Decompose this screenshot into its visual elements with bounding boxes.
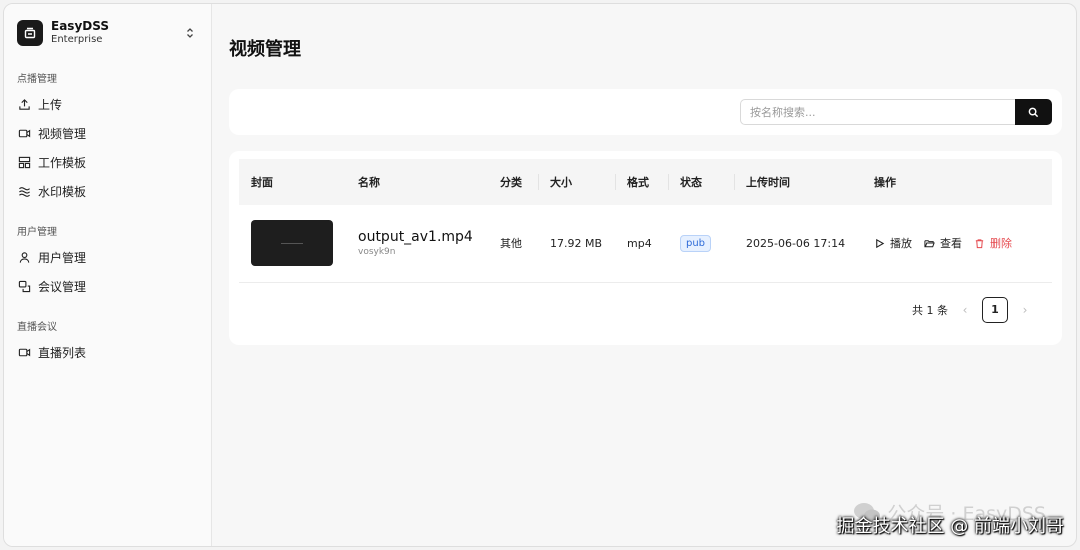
view-button[interactable]: 查看 [924, 235, 962, 251]
cell-actions: 播放 查看 删除 [862, 205, 1052, 283]
sidebar-item-label: 会议管理 [38, 280, 87, 294]
nav-group-users: 用户管理 用户管理 会议管理 [14, 223, 201, 301]
sidebar-item-user-management[interactable]: 用户管理 [14, 243, 201, 272]
chevron-right-icon[interactable]: › [1018, 303, 1032, 317]
pagination: 共 1 条 ‹ 1 › [239, 296, 1052, 323]
sidebar-item-label: 视频管理 [38, 127, 87, 141]
view-label: 查看 [940, 237, 962, 251]
column-header-cover: 封面 [251, 176, 273, 189]
search-button[interactable] [1015, 99, 1052, 125]
watermark-icon [19, 187, 30, 197]
video-table-card: 封面 名称 分类 大小 格式 状态 上传时间 操作 output_av1.mp4… [229, 151, 1062, 345]
column-header-actions: 操作 [874, 176, 896, 189]
cell-upload-time: 2025-06-06 17:14 [734, 205, 862, 283]
video-id: vosyk9n [358, 247, 396, 258]
watermark-juejin: 掘金技术社区 @ 前端小刘哥 [836, 516, 1064, 537]
main-content: 视频管理 封面 名称 分类 大小 格式 [212, 4, 1076, 546]
delete-button[interactable]: 删除 [974, 235, 1012, 251]
folder-open-icon [924, 239, 935, 247]
video-name: output_av1.mp4 [358, 229, 473, 246]
video-icon [18, 129, 31, 138]
sidebar-item-work-template[interactable]: 工作模板 [14, 148, 201, 177]
sidebar: EasyDSS Enterprise 点播管理 上传 视频管理 工作模板 水印模… [4, 4, 212, 546]
cell-cover [239, 205, 346, 283]
column-header-category: 分类 [500, 176, 522, 189]
sidebar-item-upload[interactable]: 上传 [14, 90, 201, 119]
column-header-name: 名称 [358, 176, 380, 189]
sidebar-item-watermark-template[interactable]: 水印模板 [14, 177, 201, 206]
brand-logo-icon [17, 20, 43, 46]
cell-format: mp4 [615, 205, 668, 283]
video-thumbnail[interactable] [251, 220, 333, 267]
cell-status: pub [668, 205, 734, 283]
play-label: 播放 [890, 237, 912, 251]
sidebar-item-live-list[interactable]: 直播列表 [14, 338, 201, 367]
column-header-format: 格式 [615, 159, 668, 205]
nav-group-vod: 点播管理 上传 视频管理 工作模板 水印模板 [14, 70, 201, 206]
nav-group-label: 用户管理 [17, 227, 57, 238]
pagination-total: 共 1 条 [912, 303, 948, 317]
sidebar-item-label: 直播列表 [38, 346, 87, 360]
sidebar-item-meeting-management[interactable]: 会议管理 [14, 272, 201, 301]
pagination-page-button[interactable]: 1 [982, 296, 1008, 323]
table-row: output_av1.mp4 vosyk9n 其他 17.92 MB mp4 p… [239, 205, 1052, 283]
app-window: EasyDSS Enterprise 点播管理 上传 视频管理 工作模板 水印模… [3, 3, 1077, 547]
upload-icon [19, 99, 30, 110]
column-header-upload-time: 上传时间 [734, 159, 862, 205]
search-input[interactable] [740, 99, 1015, 125]
brand-switcher[interactable]: EasyDSS Enterprise [14, 16, 201, 50]
brand-edition: Enterprise [51, 34, 103, 45]
cell-size: 17.92 MB [538, 205, 615, 283]
video-table: 封面 名称 分类 大小 格式 状态 上传时间 操作 output_av1.mp4… [239, 159, 1052, 283]
column-header-status: 状态 [668, 159, 734, 205]
nav-group-label: 点播管理 [17, 74, 57, 85]
meeting-icon [18, 280, 31, 293]
nav-group-label: 直播会议 [17, 322, 57, 333]
live-icon [18, 348, 31, 357]
sidebar-item-video-management[interactable]: 视频管理 [14, 119, 201, 148]
sidebar-item-label: 工作模板 [38, 156, 87, 170]
template-icon [18, 156, 31, 169]
column-header-size: 大小 [538, 159, 615, 205]
delete-label: 删除 [990, 237, 1012, 251]
search-icon [1028, 107, 1039, 117]
chevron-left-icon[interactable]: ‹ [958, 303, 972, 317]
trash-icon [975, 239, 984, 248]
play-icon [876, 238, 885, 248]
cell-name: output_av1.mp4 vosyk9n [346, 205, 488, 283]
brand-name: EasyDSS [51, 19, 109, 33]
sidebar-item-label: 水印模板 [38, 185, 87, 199]
sidebar-item-label: 用户管理 [38, 251, 87, 265]
sidebar-item-label: 上传 [38, 98, 63, 112]
table-header-row: 封面 名称 分类 大小 格式 状态 上传时间 操作 [239, 159, 1052, 205]
cell-category: 其他 [488, 205, 538, 283]
page-title: 视频管理 [229, 39, 301, 60]
nav-group-live: 直播会议 直播列表 [14, 318, 201, 367]
user-icon [19, 252, 30, 263]
status-badge: pub [680, 234, 712, 252]
play-button[interactable]: 播放 [874, 235, 912, 251]
chevron-up-down-icon[interactable] [183, 26, 197, 40]
search-bar [229, 89, 1062, 135]
